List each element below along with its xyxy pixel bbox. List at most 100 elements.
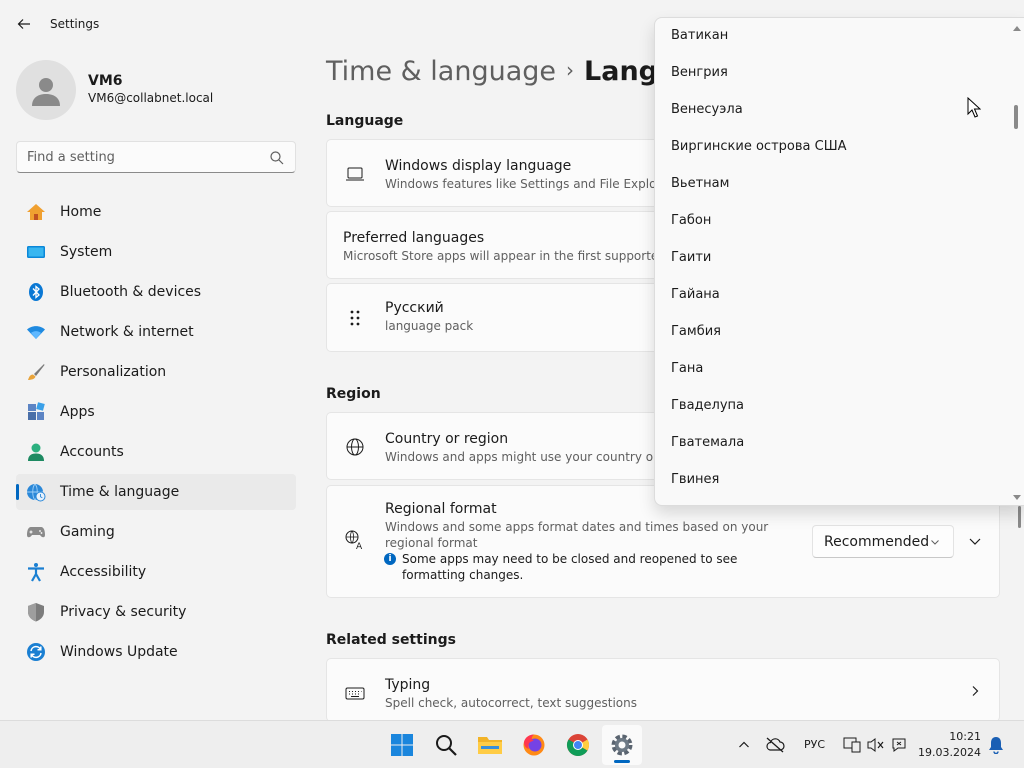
format-info-message: i Some apps may need to be closed and re… bbox=[384, 551, 784, 583]
card-title: Windows display language bbox=[385, 158, 572, 174]
regional-format-dropdown[interactable]: Recommended bbox=[812, 525, 954, 558]
bell-icon bbox=[989, 737, 1003, 754]
taskbar-settings[interactable] bbox=[602, 725, 642, 765]
show-hidden-icons-button[interactable] bbox=[734, 735, 754, 755]
search-input[interactable]: Find a setting bbox=[16, 141, 296, 173]
sidebar-item-personalization[interactable]: Personalization bbox=[16, 354, 296, 390]
taskbar-firefox[interactable] bbox=[514, 725, 554, 765]
breadcrumb-separator: › bbox=[566, 58, 575, 82]
sidebar-item-label: Personalization bbox=[60, 364, 167, 380]
back-button[interactable] bbox=[10, 10, 38, 38]
card-title: Preferred languages bbox=[343, 230, 485, 246]
card-subtitle: Spell check, autocorrect, text suggestio… bbox=[385, 696, 637, 710]
card-title: Country or region bbox=[385, 431, 509, 447]
sidebar-item-apps[interactable]: Apps bbox=[16, 394, 296, 430]
chrome-icon bbox=[567, 734, 589, 756]
list-item[interactable]: Гаити bbox=[671, 250, 711, 265]
card-subtitle: Windows features like Settings and File … bbox=[385, 177, 694, 191]
app-title: Settings bbox=[50, 17, 100, 31]
card-subtitle: Microsoft Store apps will appear in the … bbox=[343, 249, 696, 263]
sidebar-item-label: Home bbox=[60, 204, 102, 220]
search-icon bbox=[270, 151, 284, 165]
user-name: VM6 bbox=[88, 73, 123, 89]
list-item[interactable]: Гана bbox=[671, 361, 703, 376]
taskbar-file-explorer[interactable] bbox=[470, 725, 510, 765]
volume-muted-icon bbox=[867, 738, 884, 752]
accessibility-icon bbox=[28, 563, 44, 582]
sidebar-item-label: Bluetooth & devices bbox=[60, 284, 202, 300]
brush-icon bbox=[28, 364, 45, 380]
list-item[interactable]: Виргинские острова США bbox=[671, 139, 847, 154]
list-item[interactable]: Ватикан bbox=[671, 28, 728, 43]
sidebar-item-network[interactable]: Network & internet bbox=[16, 314, 296, 350]
list-item[interactable]: Вьетнам bbox=[671, 176, 729, 191]
scroll-up-arrow-icon[interactable] bbox=[1012, 24, 1022, 32]
sidebar-item-gaming[interactable]: Gaming bbox=[16, 514, 296, 550]
main-scrollbar[interactable] bbox=[1018, 506, 1021, 528]
tray-cloud-offline[interactable] bbox=[765, 735, 785, 755]
list-item[interactable]: Гайана bbox=[671, 287, 720, 302]
clock-time[interactable]: 10:21 bbox=[924, 730, 981, 743]
sidebar-item-time-language[interactable]: Time & language bbox=[16, 474, 296, 510]
list-item[interactable]: Гамбия bbox=[671, 324, 721, 339]
taskbar: РУС 10:21 19.03.2024 bbox=[0, 720, 1024, 768]
speech-icon bbox=[892, 738, 906, 752]
tray-volume[interactable] bbox=[866, 735, 886, 755]
tray-speech[interactable] bbox=[889, 735, 909, 755]
list-item[interactable]: Гвинея bbox=[671, 472, 719, 487]
country-dropdown-list[interactable]: Ватикан Венгрия Венесуэла Виргинские ост… bbox=[654, 17, 1024, 506]
sidebar-item-accessibility[interactable]: Accessibility bbox=[16, 554, 296, 590]
list-item[interactable]: Гваделупа bbox=[671, 398, 744, 413]
user-profile[interactable]: VM6 VM6@collabnet.local bbox=[16, 56, 296, 120]
clock-date[interactable]: 19.03.2024 bbox=[914, 746, 981, 759]
list-item[interactable]: Венесуэла bbox=[671, 102, 743, 117]
scroll-down-arrow-icon[interactable] bbox=[1012, 494, 1022, 502]
notifications-button[interactable] bbox=[986, 735, 1006, 755]
start-button[interactable] bbox=[382, 725, 422, 765]
input-language-indicator[interactable]: РУС bbox=[804, 738, 825, 751]
taskbar-search-button[interactable] bbox=[426, 725, 466, 765]
sidebar-item-label: Accounts bbox=[60, 444, 124, 460]
user-icon bbox=[32, 78, 60, 106]
sidebar-item-label: System bbox=[60, 244, 113, 260]
typing-card[interactable]: Typing Spell check, autocorrect, text su… bbox=[326, 658, 1000, 722]
apps-icon bbox=[28, 402, 45, 420]
sidebar-item-label: Time & language bbox=[60, 484, 180, 500]
popup-scrollbar-thumb[interactable] bbox=[1014, 105, 1018, 129]
wifi-icon bbox=[27, 326, 45, 339]
sidebar-item-windows-update[interactable]: Windows Update bbox=[16, 634, 296, 670]
sidebar-item-bluetooth[interactable]: Bluetooth & devices bbox=[16, 274, 296, 310]
home-icon bbox=[27, 204, 45, 220]
card-subtitle: Windows and some apps format dates and t… bbox=[385, 520, 769, 550]
sidebar-item-accounts[interactable]: Accounts bbox=[16, 434, 296, 470]
sidebar-item-label: Network & internet bbox=[60, 324, 194, 340]
card-title: Regional format bbox=[385, 501, 497, 517]
gamepad-icon bbox=[27, 527, 45, 538]
sidebar-item-system[interactable]: System bbox=[16, 234, 296, 270]
list-item[interactable]: Венгрия bbox=[671, 65, 728, 80]
drag-handle-icon[interactable] bbox=[345, 308, 365, 328]
list-item[interactable]: Гватемала bbox=[671, 435, 744, 450]
sidebar-item-home[interactable]: Home bbox=[16, 194, 296, 230]
chevron-right-icon bbox=[972, 686, 979, 696]
keyboard-icon bbox=[345, 687, 365, 700]
info-icon: i bbox=[384, 553, 396, 565]
list-item[interactable]: Габон bbox=[671, 213, 711, 228]
card-title: Typing bbox=[385, 677, 431, 693]
update-icon bbox=[27, 643, 45, 661]
section-title-related: Related settings bbox=[326, 632, 456, 648]
search-icon bbox=[436, 735, 457, 756]
section-title-language: Language bbox=[326, 113, 404, 129]
chevron-up-icon bbox=[739, 741, 749, 748]
breadcrumb: Time & language › Langu bbox=[326, 56, 677, 96]
search-placeholder: Find a setting bbox=[27, 150, 115, 165]
network-icon bbox=[843, 737, 861, 753]
taskbar-chrome[interactable] bbox=[558, 725, 598, 765]
firefox-icon bbox=[523, 734, 545, 756]
sidebar-nav: Home System Bluetooth & devices Network … bbox=[16, 194, 296, 674]
sidebar-item-privacy[interactable]: Privacy & security bbox=[16, 594, 296, 630]
sidebar-item-label: Gaming bbox=[60, 524, 115, 540]
tray-network[interactable] bbox=[842, 735, 862, 755]
breadcrumb-parent[interactable]: Time & language bbox=[326, 56, 556, 87]
expand-regional-format-button[interactable] bbox=[962, 528, 988, 554]
